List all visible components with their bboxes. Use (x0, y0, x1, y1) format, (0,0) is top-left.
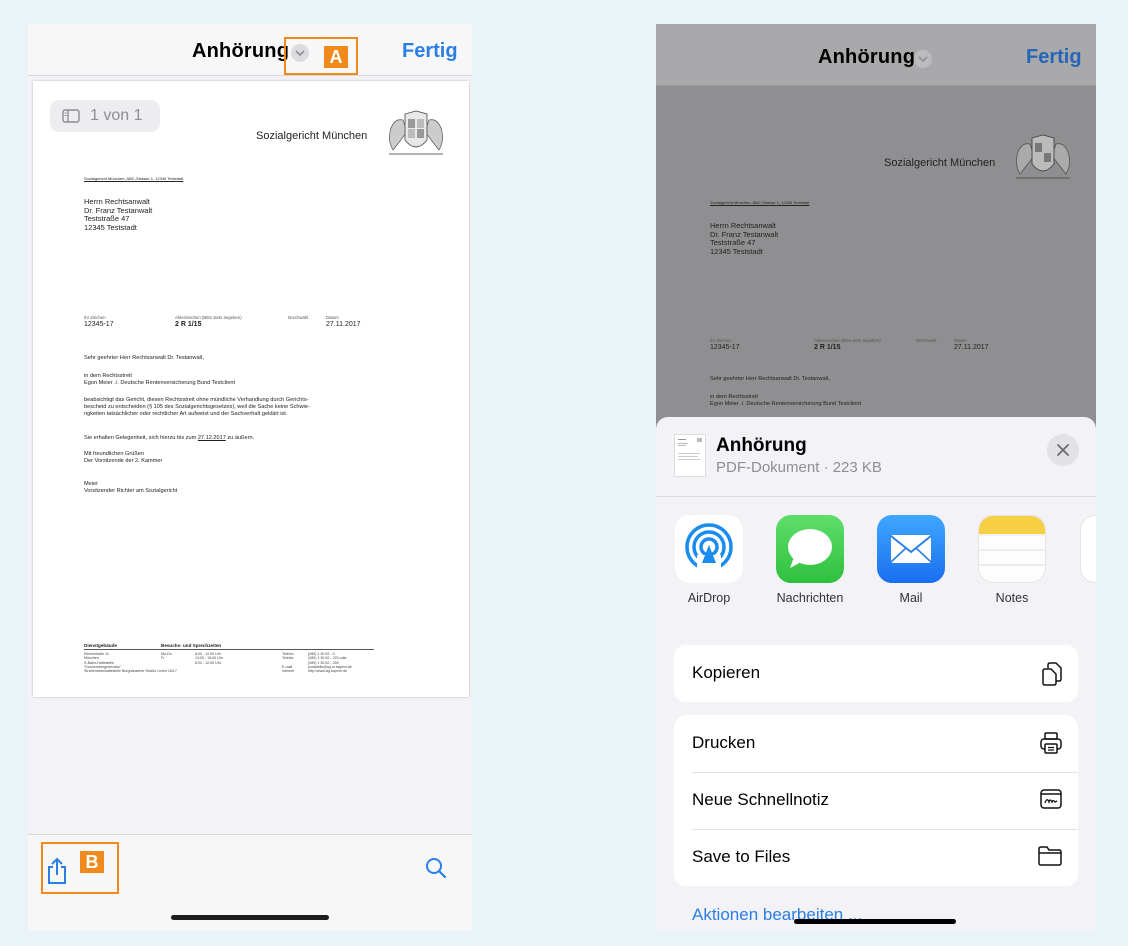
meta-value: 12345-17 (84, 321, 114, 328)
document-thumbnail (674, 434, 706, 477)
document-title: Anhörung (192, 40, 290, 62)
pdf-page: Sozialgericht München Sozialgericht Münc… (33, 81, 469, 697)
messages-icon (776, 515, 844, 583)
home-indicator[interactable] (794, 919, 956, 924)
meta-label: Durchwahl (916, 338, 937, 343)
right-phone-screen: Anhörung Fertig Sozialgericht München So… (656, 24, 1096, 930)
sender-line: Sozialgericht München, ABC-Strasse 1, 12… (84, 176, 184, 181)
court-seal-icon (389, 110, 443, 155)
share-app-row: AirDrop Nachrichten Mail Notes (656, 515, 1096, 625)
page-counter-label: 1 von 1 (90, 107, 143, 124)
document-viewer[interactable]: Sozialgericht München Sozialgericht Münc… (28, 77, 472, 834)
rechtsstreit: in dem Rechtsstreit Egon Meier ./. Deuts… (710, 394, 862, 407)
recipient-address: Herrn Rechtsanwalt Dr. Franz Testanwalt … (84, 197, 153, 232)
title-menu-chevron-icon[interactable] (914, 50, 932, 68)
notes-icon (978, 515, 1046, 583)
share-app-label: AirDrop (687, 591, 731, 605)
action-copy[interactable]: Kopieren (674, 645, 1078, 702)
sidebar-icon (62, 109, 80, 123)
copy-icon (1042, 662, 1062, 686)
footer-days: Mo-Do Fr (161, 652, 172, 661)
footer-contact-values: (089) 1 30 62 - 0 (089) 1 30 62 - 223 od… (308, 652, 352, 674)
done-button[interactable]: Fertig (1026, 46, 1082, 69)
footer-heading: Dienstgebäude (84, 643, 117, 648)
rechtsstreit: in dem Rechtsstreit Egon Meier ./. Deuts… (84, 373, 236, 386)
court-name: Sozialgericht München (256, 130, 368, 142)
share-sheet-subtitle: PDF-Dokument · 223 KB (716, 459, 882, 476)
action-label: Save to Files (692, 847, 791, 866)
footer-heading: Besuchs- und Sprechzeiten (161, 643, 222, 648)
action-label: Kopieren (692, 663, 761, 682)
court-seal-icon (1016, 134, 1070, 179)
closing: Mit freundlichen Grüßen Der Vorsitzende … (84, 451, 163, 464)
meta-label: Ihr Zeichen (84, 315, 106, 320)
footer-divider (84, 649, 374, 650)
share-sheet: Anhörung PDF-Dokument · 223 KB AirDrop N… (656, 417, 1096, 930)
share-app-label: Notes (995, 591, 1029, 605)
meta-value: 12345-17 (710, 344, 740, 351)
share-app-more[interactable] (1080, 515, 1096, 583)
action-print[interactable]: Drucken (674, 715, 1078, 772)
page-counter[interactable]: 1 von 1 (50, 100, 160, 132)
meta-value: 2 R 1/15 (175, 321, 202, 328)
salutation: Sehr geehrter Herr Rechtsanwalt Dr. Test… (710, 376, 830, 382)
share-sheet-title: Anhörung (716, 435, 807, 456)
meta-value: 27.11.2017 (954, 344, 989, 351)
airdrop-icon (675, 515, 743, 583)
footer-hours: 8:00 - 12:00 Uhr 13:00 - 15:00 Uhr 8:00 … (195, 652, 223, 665)
search-icon[interactable] (425, 857, 447, 879)
print-icon (1040, 732, 1062, 754)
callout-b-badge: B (80, 851, 104, 873)
meta-label: Datum (326, 315, 339, 320)
action-save-to-files[interactable]: Save to Files (674, 829, 1078, 886)
meta-label: Aktenzeichen (Bitte stets angeben) (175, 315, 242, 320)
left-phone-screen: Anhörung Fertig A Sozialgericht München … (28, 24, 472, 930)
close-button[interactable] (1047, 434, 1079, 466)
action-label: Neue Schnellnotiz (692, 790, 830, 809)
folder-icon (1038, 846, 1062, 866)
share-sheet-header: Anhörung PDF-Dokument · 223 KB (656, 417, 1096, 497)
meta-label: Datum (954, 338, 967, 343)
court-name: Sozialgericht München (884, 157, 996, 169)
meta-label: Aktenzeichen (Bitte stets angeben) (814, 338, 881, 343)
quick-note-icon (1040, 789, 1062, 809)
footer-contact-labels: Telefon Telefax E-mail Internet (282, 652, 295, 674)
meta-label: Durchwahl (288, 315, 309, 320)
deadline-paragraph: Sie erhalten Gelegenheit, sich hierzu bi… (84, 435, 255, 441)
home-indicator[interactable] (171, 915, 329, 920)
nav-bar: Anhörung Fertig (28, 24, 472, 76)
sender-line: Sozialgericht München, ABC-Strasse 1, 12… (710, 200, 810, 205)
meta-value: 2 R 1/15 (814, 344, 841, 351)
mail-icon (877, 515, 945, 583)
recipient-address: Herrn Rechtsanwalt Dr. Franz Testanwalt … (710, 221, 779, 256)
action-group-main: Drucken Neue Schnellnotiz Save to Files (674, 715, 1078, 886)
share-app-label: Nachrichten (776, 591, 844, 605)
action-label: Drucken (692, 733, 756, 752)
meta-label: Ihr Zeichen (710, 338, 732, 343)
share-app-label: Mail (899, 591, 923, 605)
body-paragraph: beabsichtigt das Gericht, diesen Rechtss… (84, 397, 310, 417)
close-icon (1057, 444, 1069, 456)
meta-value: 27.11.2017 (326, 321, 361, 328)
done-button[interactable]: Fertig (402, 40, 458, 63)
callout-a-badge: A (324, 46, 348, 68)
signature: Meier Vorsitzender Richter am Sozialgeri… (84, 481, 178, 494)
nav-bar: Anhörung Fertig (656, 24, 1096, 86)
salutation: Sehr geehrter Herr Rechtsanwalt Dr. Test… (84, 355, 204, 361)
action-group-copy: Kopieren (674, 645, 1078, 702)
document-title: Anhörung (818, 46, 916, 68)
action-quick-note[interactable]: Neue Schnellnotiz (674, 772, 1078, 829)
